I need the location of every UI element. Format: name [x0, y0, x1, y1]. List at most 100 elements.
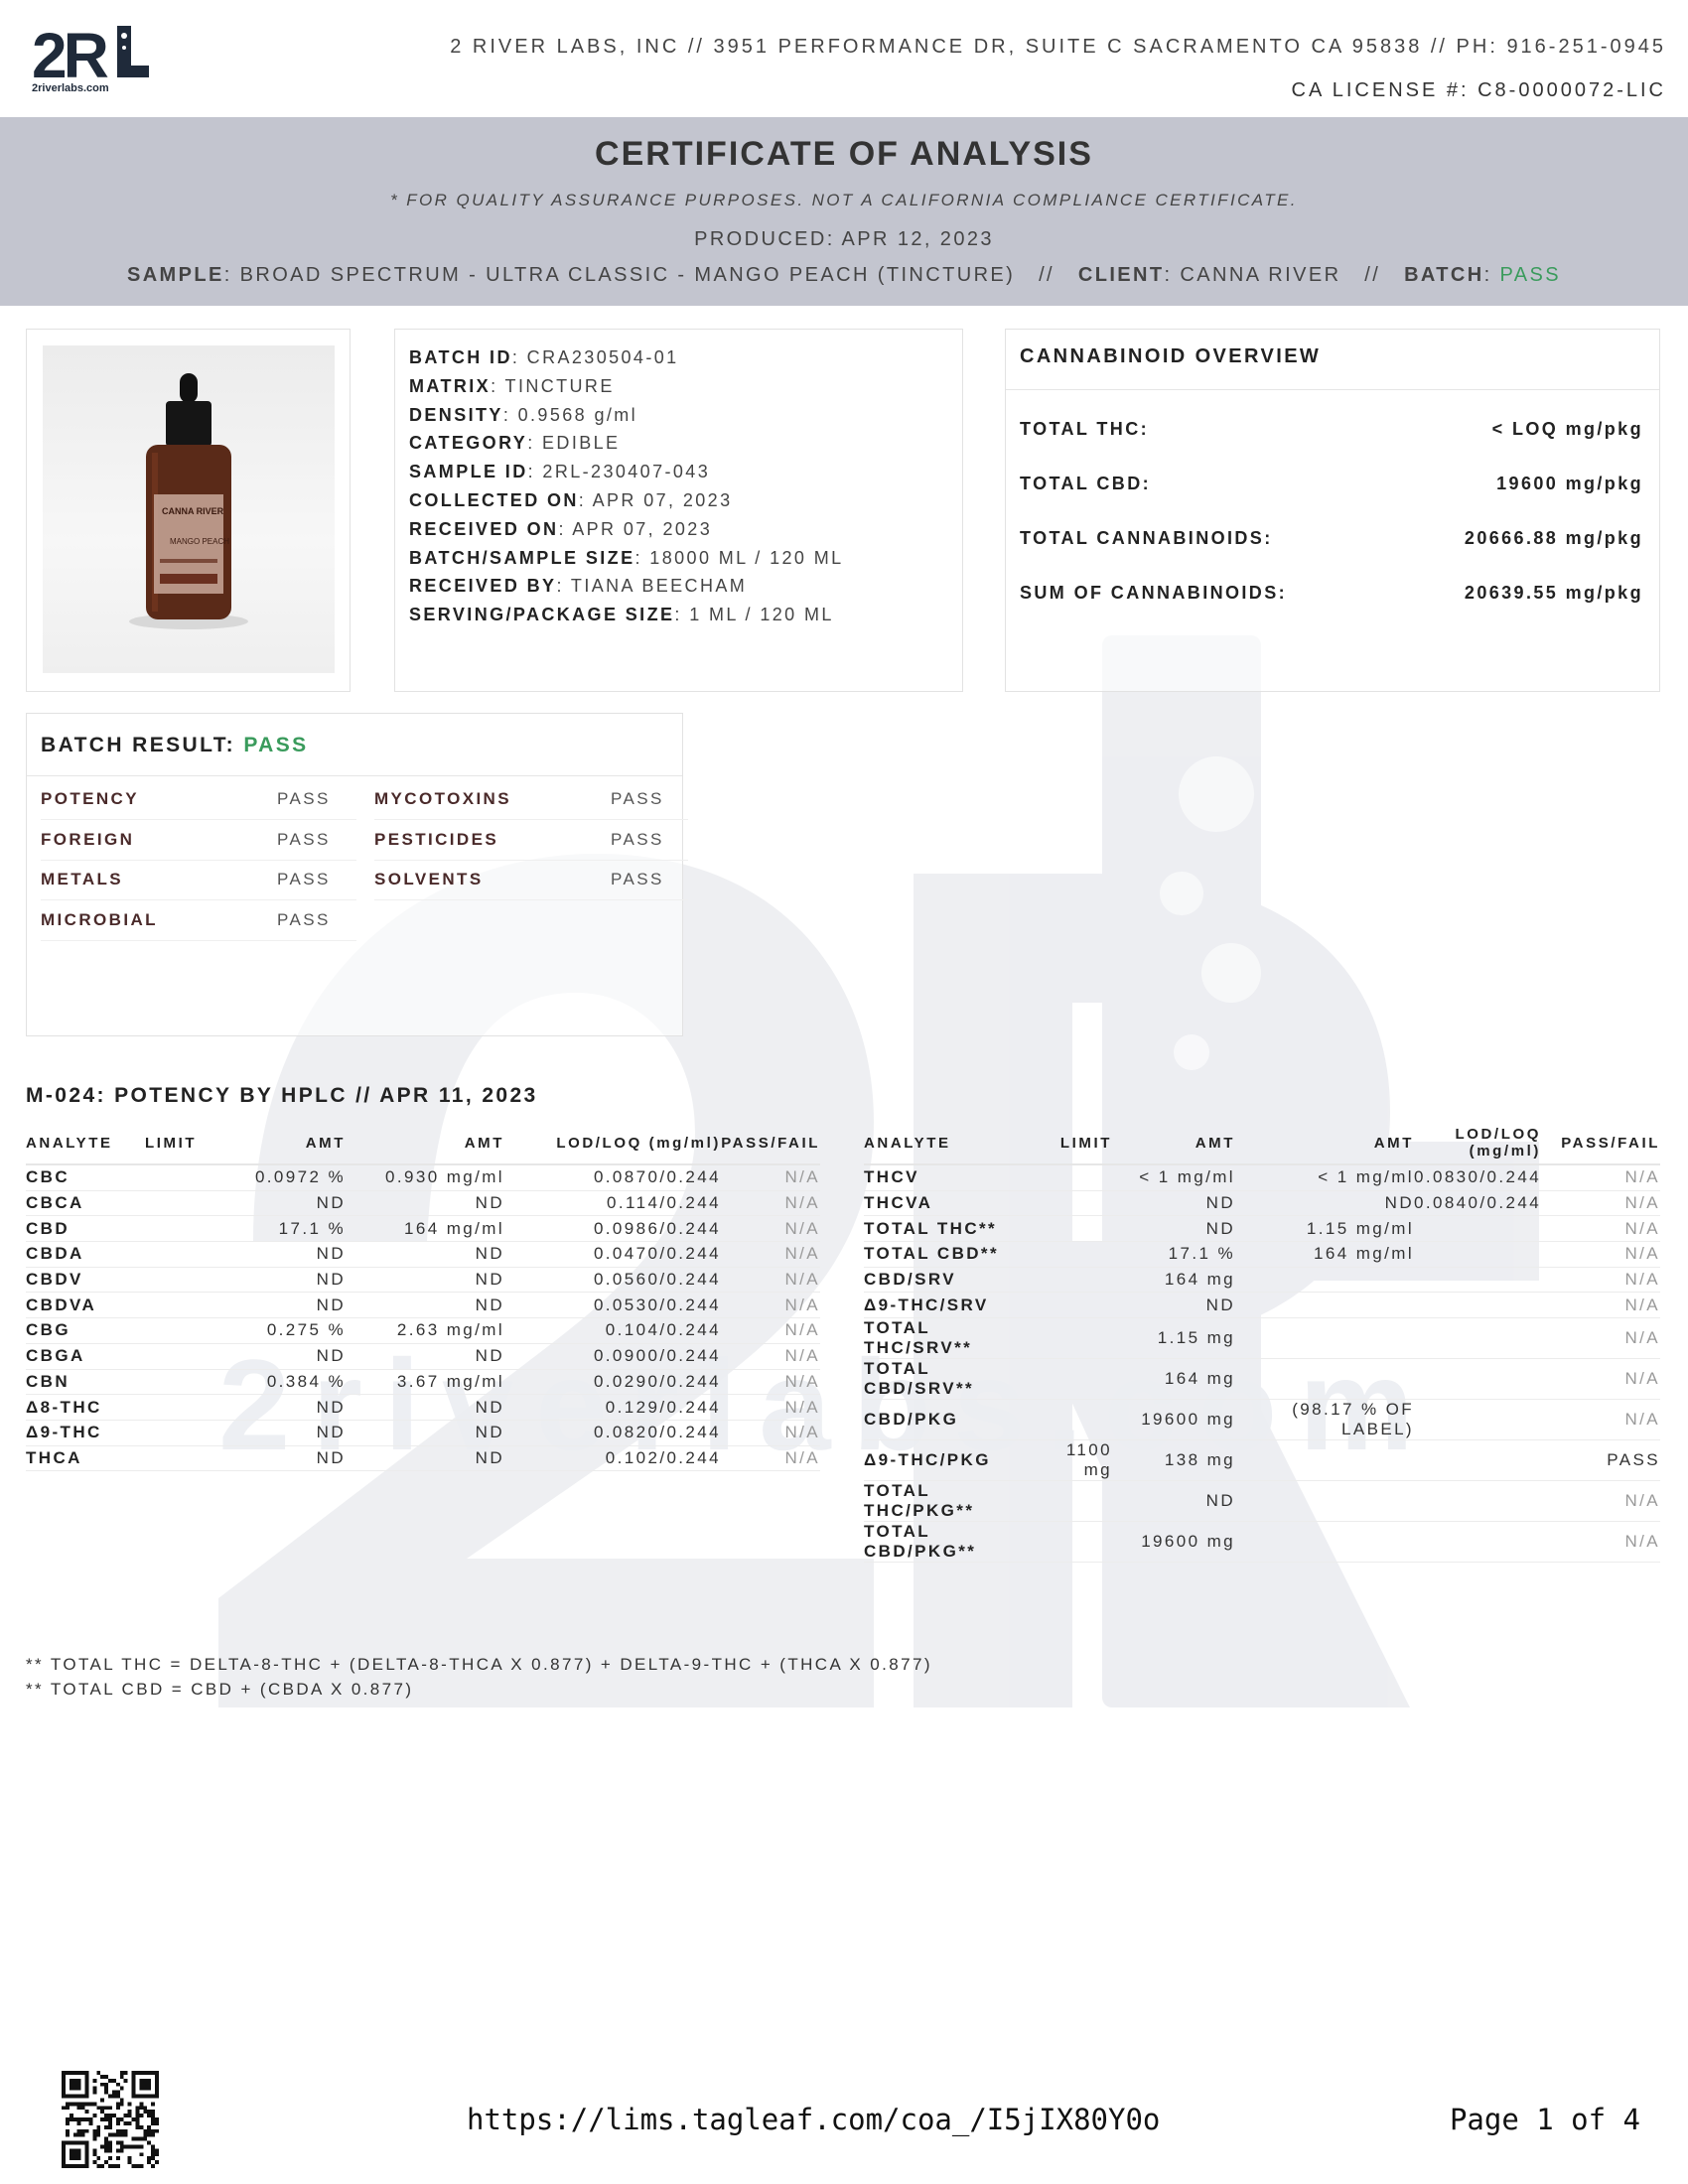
cell-limit	[145, 1267, 224, 1294]
sample-info-line: RECEIVED BY: TIANA BEECHAM	[409, 572, 844, 601]
cell-analyte: Δ9-THC/PKG	[864, 1439, 1033, 1482]
cell-amt2: (98.17 % OF LABEL)	[1235, 1399, 1414, 1441]
cell-limit	[1033, 1292, 1112, 1319]
product-image: CANNA RIVER MANGO PEACH	[43, 345, 335, 673]
potency-section-title: M-024: POTENCY BY HPLC // APR 11, 2023	[26, 1084, 538, 1107]
info-value: TIANA BEECHAM	[570, 576, 748, 597]
batch-result-divider	[374, 819, 688, 820]
cell-pf: N/A	[721, 1317, 820, 1344]
overview-label: SUM OF CANNABINOIDS:	[1020, 583, 1287, 603]
info-value: EDIBLE	[542, 433, 621, 454]
batch-result-value: PASS	[243, 734, 309, 756]
cell-amt2: 1.15 mg/ml	[1235, 1215, 1414, 1243]
info-value: 1 ML / 120 ML	[689, 605, 834, 625]
batch-test-name: POTENCY	[41, 789, 139, 808]
cell-pf: N/A	[721, 1241, 820, 1268]
potency-row: TOTAL THC/SRV** 1.15 mg N/A	[864, 1317, 1660, 1360]
cell-lodloq	[1414, 1358, 1541, 1401]
cell-amt1: 164 mg	[1112, 1358, 1235, 1401]
batch-test-result: PASS	[277, 829, 331, 849]
cell-lodloq	[1414, 1521, 1541, 1564]
cell-lodloq: 0.0530/0.244	[504, 1292, 721, 1319]
batch-test-name: MYCOTOXINS	[374, 789, 511, 808]
overview-row: SUM OF CANNABINOIDS: 20639.55 mg/pkg	[1020, 583, 1643, 638]
cell-pf: N/A	[721, 1343, 820, 1370]
potency-table-right: ANALYTE LIMIT AMT AMT LOD/LOQ (mg/ml) PA…	[864, 1122, 1660, 1564]
cell-pf: N/A	[1541, 1317, 1660, 1360]
overview-label: TOTAL CBD:	[1020, 474, 1151, 493]
cell-amt2: ND	[346, 1190, 504, 1217]
footnote-total-thc: ** TOTAL THC = DELTA-8-THC + (DELTA-8-TH…	[26, 1655, 932, 1674]
cell-amt2: 164 mg/ml	[1235, 1241, 1414, 1268]
qr-code-icon[interactable]	[62, 2071, 159, 2168]
cell-lodloq	[1414, 1317, 1541, 1360]
batch-result-grid: POTENCY PASS FOREIGN PASS METALS PASS MICROBIA…	[27, 789, 688, 1027]
info-key: COLLECTED ON	[409, 489, 579, 510]
potency-row: CBD 17.1 % 164 mg/ml 0.0986/0.244 N/A	[26, 1215, 820, 1243]
cell-lodloq: 0.0560/0.244	[504, 1267, 721, 1294]
sample-info-list: BATCH ID: CRA230504-01 MATRIX: TINCTURE DE…	[409, 343, 844, 629]
cell-amt1: 0.275 %	[224, 1317, 346, 1344]
cell-pf: N/A	[1541, 1190, 1660, 1217]
overview-value: 20666.88 mg/pkg	[1464, 528, 1643, 548]
cell-amt1: ND	[224, 1267, 346, 1294]
cell-limit	[1033, 1164, 1112, 1191]
potency-row: CBD/SRV 164 mg N/A	[864, 1267, 1660, 1294]
cell-pf: PASS	[1541, 1439, 1660, 1482]
footnote-total-cbd: ** TOTAL CBD = CBD + (CBDA X 0.877)	[26, 1680, 414, 1699]
cell-amt2	[1235, 1317, 1414, 1360]
info-key: BATCH/SAMPLE SIZE	[409, 547, 635, 568]
batch-colon: :	[1483, 264, 1500, 286]
potency-row: TOTAL THC** ND 1.15 mg/ml N/A	[864, 1215, 1660, 1243]
col-lodloq: LOD/LOQ (mg/ml)	[1455, 1126, 1541, 1160]
batch-result-divider	[41, 859, 356, 861]
info-colon: :	[527, 462, 543, 482]
cell-analyte: TOTAL THC**	[864, 1215, 1033, 1243]
batch-test-result: PASS	[611, 789, 664, 808]
cell-amt1: ND	[224, 1190, 346, 1217]
cell-lodloq	[1414, 1439, 1541, 1482]
batch-result-divider	[41, 899, 356, 900]
potency-row: Δ8-THC ND ND 0.129/0.244 N/A	[26, 1394, 820, 1421]
cell-amt2: 2.63 mg/ml	[346, 1317, 504, 1344]
batch-test-name: PESTICIDES	[374, 829, 499, 849]
col-amt-mgml: AMT	[464, 1134, 504, 1152]
cell-amt1: ND	[224, 1420, 346, 1446]
2rl-logo-icon: 2R 2riverlabs.com	[30, 20, 159, 99]
client-label: CLIENT	[1077, 264, 1165, 286]
cell-amt1: 1.15 mg	[1112, 1317, 1235, 1360]
cell-limit	[1033, 1241, 1112, 1268]
col-limit: LIMIT	[1059, 1134, 1112, 1152]
potency-row: CBD/PKG 19600 mg (98.17 % OF LABEL) N/A	[864, 1399, 1660, 1441]
cell-analyte: THCV	[864, 1164, 1033, 1191]
potency-row: CBDV ND ND 0.0560/0.244 N/A	[26, 1267, 820, 1294]
cell-analyte: CBN	[26, 1369, 145, 1396]
cell-analyte: THCA	[26, 1445, 145, 1472]
cell-amt2	[1235, 1480, 1414, 1523]
cell-pf: N/A	[721, 1420, 820, 1446]
sample-info-line: SAMPLE ID: 2RL-230407-043	[409, 458, 844, 486]
coa-url-link[interactable]: https://lims.tagleaf.com/coa_/I5jIX80Y0o	[467, 2103, 1160, 2136]
cell-limit	[1033, 1317, 1112, 1360]
bottle-brand-text: CANNA RIVER	[162, 506, 224, 516]
cell-amt1: ND	[1112, 1480, 1235, 1523]
col-passfail: PASS/FAIL	[721, 1134, 820, 1152]
col-lodloq: LOD/LOQ (mg/ml)	[556, 1134, 721, 1152]
overview-title: CANNABINOID OVERVIEW	[1020, 345, 1322, 367]
cell-pf: N/A	[1541, 1241, 1660, 1268]
cell-analyte: CBDA	[26, 1241, 145, 1268]
cell-amt1: 0.384 %	[224, 1369, 346, 1396]
overview-label: TOTAL THC:	[1020, 419, 1149, 439]
potency-row: Δ9-THC/SRV ND N/A	[864, 1292, 1660, 1319]
cell-lodloq: 0.0830/0.244	[1414, 1164, 1541, 1191]
cell-amt2	[1235, 1292, 1414, 1319]
col-amt: AMT	[1195, 1134, 1235, 1152]
cell-amt2: ND	[346, 1343, 504, 1370]
client-value: : CANNA RIVER	[1164, 264, 1341, 286]
cell-lodloq: 0.0986/0.244	[504, 1215, 721, 1243]
sample-summary-line: SAMPLE: BROAD SPECTRUM - ULTRA CLASSIC -…	[0, 264, 1688, 287]
cell-lodloq	[1414, 1215, 1541, 1243]
cell-analyte: CBD/PKG	[864, 1399, 1033, 1441]
overview-label: TOTAL CANNABINOIDS:	[1020, 528, 1273, 548]
batch-result-title: BATCH RESULT: PASS	[41, 734, 309, 757]
